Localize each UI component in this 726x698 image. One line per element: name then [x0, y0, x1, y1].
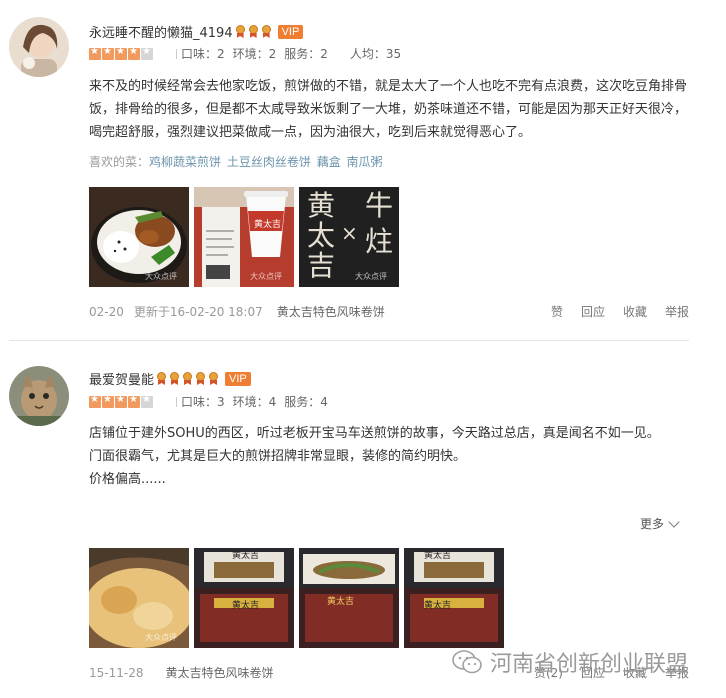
user-name[interactable]: 永远睡不醒的懒猫_4194 — [89, 22, 233, 41]
avatar[interactable] — [9, 366, 69, 426]
review-text-line: 价格偏高...... — [89, 472, 166, 487]
brand-char: 牛 — [365, 189, 394, 222]
brand-char: × — [341, 221, 358, 245]
user-name[interactable]: 最爱贺曼能 — [89, 369, 154, 388]
photo-watermark: 大众点评 — [145, 633, 177, 642]
star-rating — [89, 394, 154, 408]
review-text: 店铺位于建外SOHU的西区，听过老板开宝马车送煎饼的故事，今天路过总店，真是闻名… — [89, 422, 689, 491]
reply-button[interactable]: 回应 — [581, 303, 605, 320]
star-empty-icon — [141, 46, 153, 60]
chevron-down-icon — [668, 515, 680, 528]
score-environment: 环境：2 — [232, 47, 277, 61]
rating-line: 口味：3 环境：4 服务：4 — [89, 393, 336, 410]
review-date: 02-20 — [89, 304, 124, 319]
store-sign-text: 黄太吉 — [424, 551, 452, 561]
wechat-icon — [452, 649, 482, 675]
like-button[interactable]: 赞 — [551, 303, 563, 320]
store-sign-text: 黄太吉 — [232, 551, 260, 561]
star-icon — [128, 46, 140, 60]
avatar[interactable] — [9, 17, 69, 77]
photo-storefront[interactable]: 黄太吉 黄太吉 — [194, 548, 294, 648]
star-icon — [128, 394, 140, 408]
photo-brand-wall[interactable]: 黄 太 吉 × 牛 炷 大众点评 — [299, 187, 399, 287]
star-empty-icon — [141, 394, 153, 408]
brand-char: 炷 — [365, 225, 394, 258]
score-taste: 口味：2 — [181, 47, 225, 61]
photo-watermark: 大众点评 — [355, 272, 387, 281]
photo-watermark: 大众点评 — [145, 272, 177, 281]
report-button[interactable]: 举报 — [665, 303, 689, 320]
page-watermark: 河南省创新创业联盟 — [452, 646, 688, 678]
star-rating — [89, 46, 154, 60]
more-button[interactable]: 更多 — [640, 515, 680, 532]
star-icon — [89, 46, 101, 60]
watermark-text: 河南省创新创业联盟 — [490, 652, 689, 677]
shop-link[interactable]: 黄太吉特色风味卷饼 — [165, 664, 273, 681]
photo-strip: 大众点评 黄太吉 黄太吉 黄太吉 黄太吉 黄太吉 — [89, 548, 504, 648]
cup-brand-text: 黄太吉 — [254, 220, 282, 230]
star-icon — [115, 46, 127, 60]
star-icon — [89, 394, 101, 408]
store-sign-text: 黄太吉 — [424, 601, 452, 611]
favorite-button[interactable]: 收藏 — [623, 303, 647, 320]
liked-dishes: 喜欢的菜：鸡柳蔬菜煎饼 土豆丝肉丝卷饼 藕盒 南瓜粥 — [89, 153, 385, 170]
brand-char: 吉 — [307, 249, 336, 282]
review-actions: 赞 回应 收藏 举报 — [551, 303, 689, 320]
review-divider — [9, 340, 689, 341]
review-text: 来不及的时候经常会去他家吃饭，煎饼做的不错，就是太大了一个人也吃不完有点浪费，这… — [89, 79, 688, 140]
photo-strip: 大众点评 黄太吉 大众点评 黄 太 吉 × 牛 炷 大众点评 — [89, 187, 399, 287]
photo-storefront[interactable]: 黄太吉 — [299, 548, 399, 648]
medal-icon — [248, 25, 259, 38]
user-name-line: 最爱贺曼能 VIP — [89, 369, 251, 388]
brand-char: 黄 — [307, 189, 336, 222]
review-date: 15-11-28 — [89, 665, 144, 680]
review-updated: 更新于16-02-20 18:07 — [133, 305, 263, 319]
medal-icon — [261, 25, 272, 38]
score-service: 服务：4 — [284, 395, 328, 409]
review-meta: 02-20 更新于16-02-20 18:07 黄太吉特色风味卷饼 赞 回应 收… — [89, 303, 689, 320]
rating-line: 口味：2 环境：2 服务：2 人均：35 — [89, 45, 409, 62]
store-sign-text: 黄太吉 — [232, 601, 260, 611]
divider — [176, 396, 177, 407]
medal-icon — [235, 25, 246, 38]
medal-icon — [195, 372, 206, 385]
star-icon — [102, 394, 114, 408]
dish-link[interactable]: 南瓜粥 — [347, 155, 383, 169]
medal-icon — [208, 372, 219, 385]
shop-link[interactable]: 黄太吉特色风味卷饼 — [277, 303, 385, 320]
score-environment: 环境：4 — [232, 395, 277, 409]
vip-badge: VIP — [277, 24, 304, 39]
score-average-price: 人均：35 — [349, 47, 402, 61]
dish-link[interactable]: 鸡柳蔬菜煎饼 — [149, 155, 221, 169]
score-taste: 口味：3 — [181, 395, 225, 409]
photo-storefront[interactable]: 黄太吉 黄太吉 — [404, 548, 504, 648]
star-icon — [115, 394, 127, 408]
photo-drink-receipt[interactable]: 黄太吉 大众点评 — [194, 187, 294, 287]
brand-char: 太 — [307, 219, 336, 252]
store-sign-text: 黄太吉 — [327, 597, 355, 607]
more-label: 更多 — [640, 517, 665, 531]
review-text-line: 店铺位于建外SOHU的西区，听过老板开宝马车送煎饼的故事，今天路过总店，真是闻名… — [89, 426, 660, 441]
dish-link[interactable]: 土豆丝肉丝卷饼 — [227, 155, 311, 169]
review-text-line: 门面很霸气，尤其是巨大的煎饼招牌非常显眼，装修的简约明快。 — [89, 449, 467, 464]
photo-food-bowl[interactable]: 大众点评 — [89, 187, 189, 287]
score-service: 服务：2 — [284, 47, 328, 61]
medal-icon — [169, 372, 180, 385]
medal-icon — [182, 372, 193, 385]
user-name-line: 永远睡不醒的懒猫_4194 VIP — [89, 22, 304, 41]
photo-watermark: 大众点评 — [250, 272, 282, 281]
divider — [176, 48, 177, 59]
dish-link[interactable]: 藕盒 — [317, 155, 341, 169]
vip-badge: VIP — [225, 371, 251, 386]
star-icon — [102, 46, 114, 60]
photo-wrap-closeup[interactable]: 大众点评 — [89, 548, 189, 648]
liked-dishes-label: 喜欢的菜： — [89, 155, 150, 169]
medal-icon — [156, 372, 167, 385]
